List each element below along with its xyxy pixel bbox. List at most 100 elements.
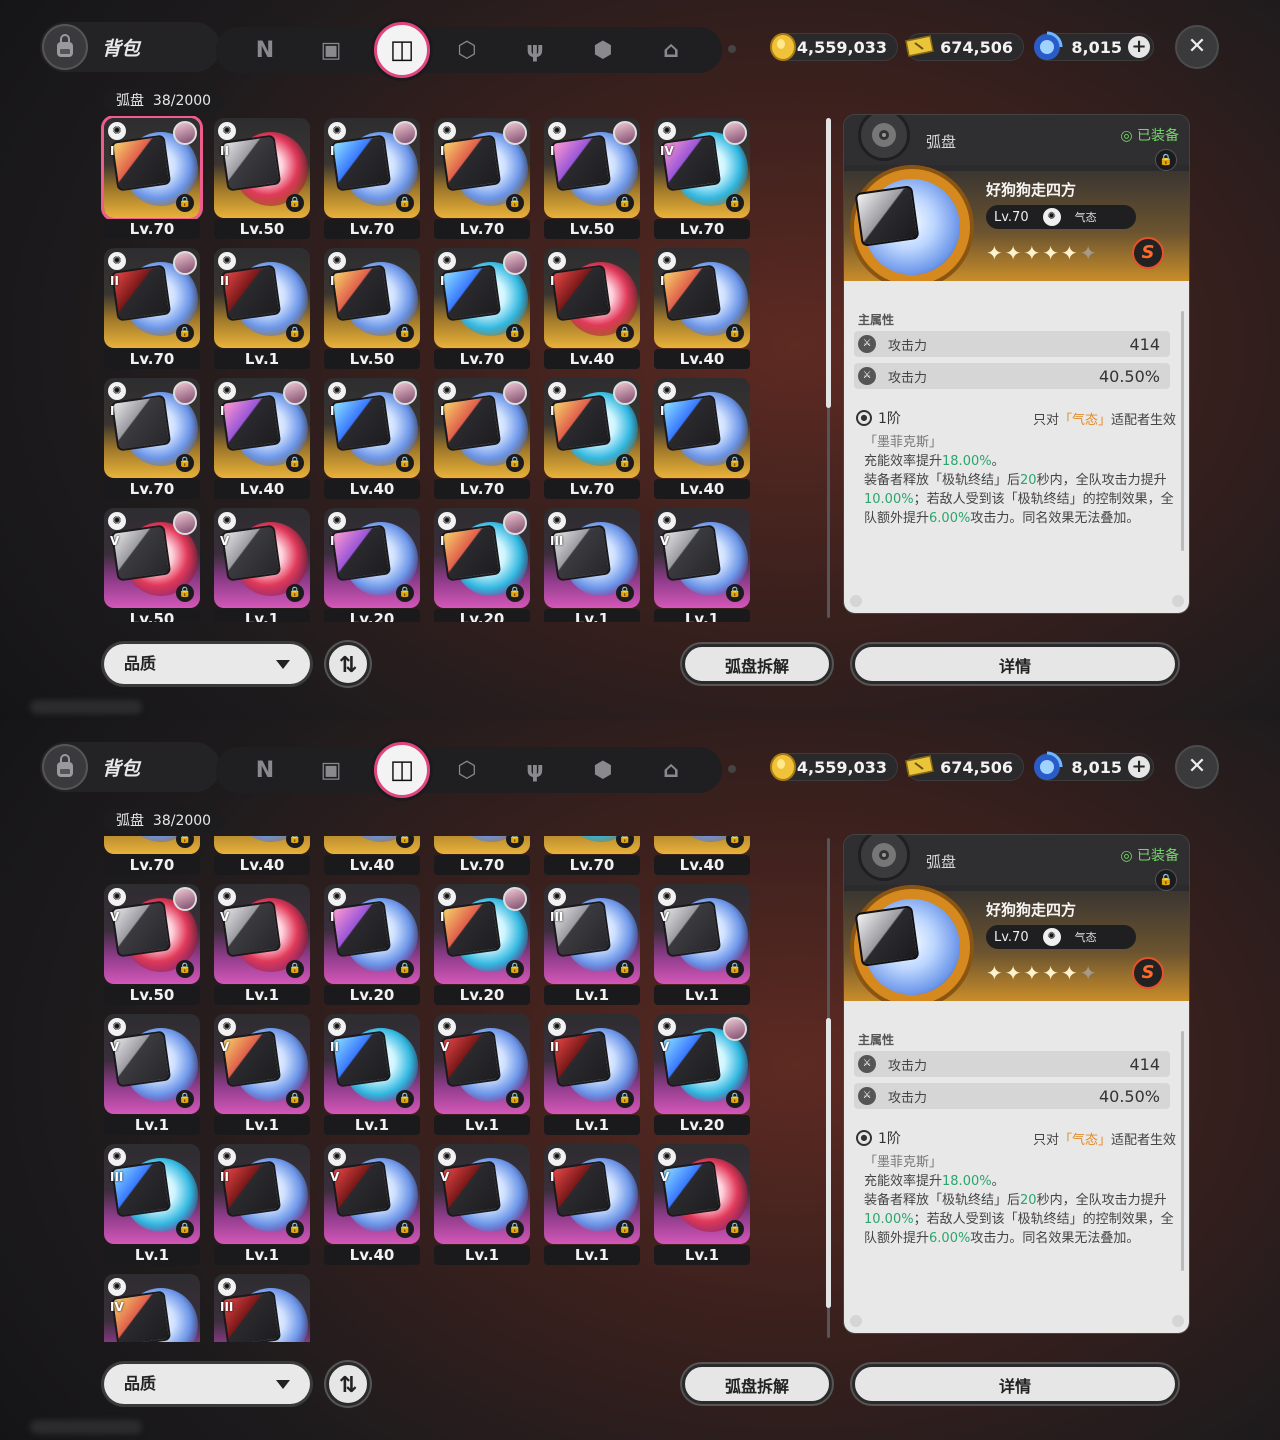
sort-order-button[interactable]: ⇅ xyxy=(326,1362,370,1406)
disc-card[interactable]: ✺ I 🔒 xyxy=(324,884,420,984)
disc-card[interactable]: ✺ I 🔒 xyxy=(434,508,530,608)
disc-card[interactable]: ✺ V 🔒 xyxy=(104,508,200,608)
disc-rank: I xyxy=(110,144,115,158)
disc-card[interactable]: ✺ II 🔒 xyxy=(324,1014,420,1114)
disc-card[interactable]: ✺ II 🔒 xyxy=(214,1144,310,1244)
inventory-count-value: 38/2000 xyxy=(152,813,212,829)
attribute-icon: ✺ xyxy=(658,252,676,270)
disc-card[interactable]: ✺ I 🔒 xyxy=(214,378,310,478)
details-button[interactable]: 详情 xyxy=(852,1364,1178,1404)
disc-card[interactable]: ✺ I 🔒 xyxy=(104,378,200,478)
disc-card[interactable]: ✺ V 🔒 xyxy=(214,508,310,608)
grid-scrollbar-thumb[interactable] xyxy=(826,118,831,408)
disc-level-label: Lv.70 xyxy=(544,855,640,875)
detail-header: 弧盘 ◎ 已装备 🔒 xyxy=(844,835,1189,891)
disc-card[interactable]: ✺ I 🔒 xyxy=(434,248,530,348)
device-tab-icon[interactable]: ▣ xyxy=(312,31,350,69)
close-button[interactable]: ✕ xyxy=(1175,745,1219,789)
quality-filter-dropdown[interactable]: 品质 xyxy=(104,1364,310,1404)
disc-card[interactable]: ✺ I 🔒 xyxy=(434,378,530,478)
box-tab-icon[interactable]: ⬡ xyxy=(448,751,486,789)
disc-card[interactable]: ✺ I 🔒 xyxy=(654,378,750,478)
detail-lock-button[interactable]: 🔒 xyxy=(1155,869,1177,891)
disc-card[interactable]: ✺ V 🔒 xyxy=(654,884,750,984)
disc-rank: I xyxy=(440,910,445,924)
disc-card[interactable]: ✺ V 🔒 xyxy=(434,1014,530,1114)
detail-scrollbar[interactable] xyxy=(1181,311,1184,551)
detail-lock-button[interactable]: 🔒 xyxy=(1155,149,1177,171)
disc-card[interactable]: ✺IV🔒 xyxy=(104,1274,200,1342)
food-tab-icon[interactable]: ψ xyxy=(516,751,554,789)
disc-card[interactable]: ✺ I 🔒 xyxy=(544,118,640,218)
shield-tab-icon[interactable]: ⬢ xyxy=(584,31,622,69)
disc-card[interactable]: ✺ V 🔒 xyxy=(324,1144,420,1244)
gem-amount: 8,015 xyxy=(1071,37,1122,57)
close-button[interactable]: ✕ xyxy=(1175,25,1219,69)
disc-card[interactable]: ✺🔒 xyxy=(544,836,640,854)
food-tab-icon[interactable]: ψ xyxy=(516,31,554,69)
detail-scrollbar[interactable] xyxy=(1181,1031,1184,1271)
disc-card[interactable]: ✺ V 🔒 xyxy=(104,1014,200,1114)
agent-tab-icon[interactable]: N xyxy=(246,751,284,789)
disc-rank: I xyxy=(440,274,445,288)
highlight-value: 18.00% xyxy=(942,1174,992,1189)
disc-card[interactable]: ✺ V 🔒 xyxy=(434,1144,530,1244)
disc-level-label: Lv.20 xyxy=(654,1115,750,1135)
disc-card[interactable]: ✺ II 🔒 xyxy=(544,1014,640,1114)
home-tab-icon[interactable]: ⌂ xyxy=(652,31,690,69)
disc-card[interactable]: ✺ I 🔒 xyxy=(324,248,420,348)
disc-card[interactable]: ✺ I 🔒 xyxy=(434,118,530,218)
disc-card[interactable]: ✺III🔒 xyxy=(544,884,640,984)
shield-tab-icon[interactable]: ⬢ xyxy=(584,751,622,789)
agent-tab-icon[interactable]: N xyxy=(246,31,284,69)
disc-card[interactable]: ✺ V 🔒 xyxy=(654,1014,750,1114)
grid-scrollbar-thumb[interactable] xyxy=(826,1018,831,1308)
disc-card[interactable]: ✺ V 🔒 xyxy=(214,884,310,984)
disc-card[interactable]: ✺🔒 xyxy=(434,836,530,854)
dismantle-button[interactable]: 弧盘拆解 xyxy=(682,1364,832,1404)
disc-card[interactable]: ✺ I 🔒 xyxy=(104,118,200,218)
disc-card[interactable]: ✺III🔒 xyxy=(104,1144,200,1244)
disc-level-label: Lv.70 xyxy=(434,219,530,239)
lock-icon: 🔒 xyxy=(506,194,524,212)
add-gems-button[interactable]: + xyxy=(1128,756,1150,778)
details-button[interactable]: 详情 xyxy=(852,644,1178,684)
disc-level-label: Lv.1 xyxy=(214,1115,310,1135)
disc-card[interactable]: ✺ V 🔒 xyxy=(654,508,750,608)
quality-filter-dropdown[interactable]: 品质 xyxy=(104,644,310,684)
disc-card[interactable]: ✺ I 🔒 xyxy=(324,508,420,608)
coin-counter: 4,559,033 xyxy=(770,33,898,61)
disc-tab-icon[interactable]: ◫ xyxy=(374,742,430,798)
disc-card[interactable]: ✺ I 🔒 xyxy=(654,248,750,348)
disc-card[interactable]: ✺III🔒 xyxy=(544,508,640,608)
disc-card[interactable]: ✺🔒 xyxy=(214,836,310,854)
disc-card[interactable]: ✺ II 🔒 xyxy=(214,118,310,218)
sort-order-button[interactable]: ⇅ xyxy=(326,642,370,686)
disc-card[interactable]: ✺ I 🔒 xyxy=(324,378,420,478)
disc-card[interactable]: ✺🔒 xyxy=(654,836,750,854)
disc-card[interactable]: ✺ II 🔒 xyxy=(214,248,310,348)
add-gems-button[interactable]: + xyxy=(1128,36,1150,58)
disc-card[interactable]: ✺ I 🔒 xyxy=(544,248,640,348)
disc-card[interactable]: ✺ V 🔒 xyxy=(214,1014,310,1114)
disc-card[interactable]: ✺ V 🔒 xyxy=(654,1144,750,1244)
disc-rank: I xyxy=(550,274,555,288)
box-tab-icon[interactable]: ⬡ xyxy=(448,31,486,69)
disc-card[interactable]: ✺ I 🔒 xyxy=(324,118,420,218)
device-tab-icon[interactable]: ▣ xyxy=(312,751,350,789)
disc-attribute: 气态 xyxy=(1074,211,1097,224)
home-tab-icon[interactable]: ⌂ xyxy=(652,751,690,789)
disc-card[interactable]: ✺ I 🔒 xyxy=(434,884,530,984)
disc-rank: I xyxy=(440,534,445,548)
disc-card[interactable]: ✺ V 🔒 xyxy=(104,884,200,984)
disc-card[interactable]: ✺ I 🔒 xyxy=(544,378,640,478)
disc-card[interactable]: ✺🔒 xyxy=(104,836,200,854)
disc-card[interactable]: ✺IV🔒 xyxy=(654,118,750,218)
disc-tab-icon[interactable]: ◫ xyxy=(374,22,430,78)
disc-card[interactable]: ✺ I 🔒 xyxy=(544,1144,640,1244)
disc-card[interactable]: ✺ II 🔒 xyxy=(104,248,200,348)
disc-card[interactable]: ✺III🔒 xyxy=(214,1274,310,1342)
dismantle-button[interactable]: 弧盘拆解 xyxy=(682,644,832,684)
disc-card[interactable]: ✺🔒 xyxy=(324,836,420,854)
gem-amount: 8,015 xyxy=(1071,757,1122,777)
